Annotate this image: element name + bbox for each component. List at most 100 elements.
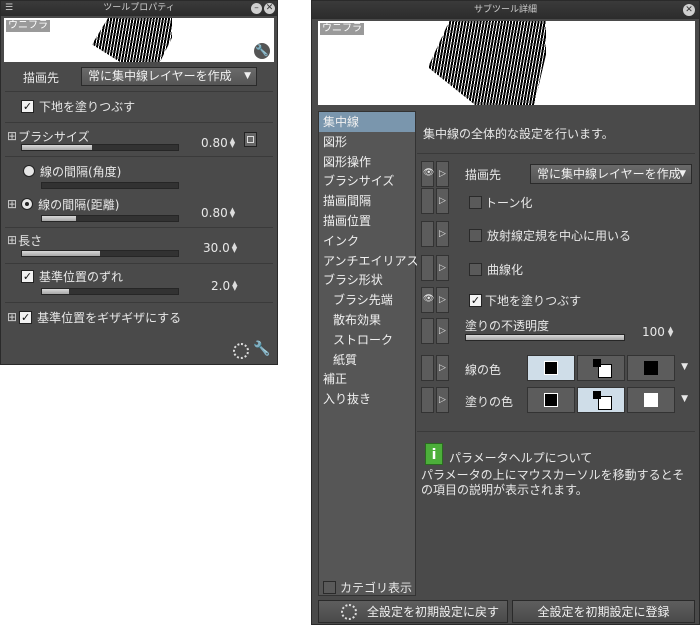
- line-color-custom-swatch[interactable]: ▼: [627, 355, 688, 381]
- curve-label: 曲線化: [487, 262, 524, 277]
- expand-plus-icon[interactable]: ⊞: [7, 310, 17, 324]
- draw-target-dropdown[interactable]: 常に集中線レイヤーを作成 ▼: [81, 67, 257, 86]
- radial-ruler-checkbox[interactable]: [469, 228, 482, 242]
- register-default-button[interactable]: 全設定を初期設定に登録: [512, 600, 695, 623]
- reset-all-settings-button[interactable]: 全設定を初期設定に戻す: [318, 600, 508, 623]
- tool-property-titlebar[interactable]: ☰ ツールプロパティ – ✕: [1, 1, 277, 16]
- pressure-toggle-icon[interactable]: [244, 132, 257, 147]
- expand-arrow-icon[interactable]: ▷: [436, 161, 449, 187]
- fill-opacity-slider[interactable]: [465, 334, 625, 341]
- category-item[interactable]: 描画位置: [319, 211, 415, 231]
- spacing-distance-radio[interactable]: [21, 198, 34, 210]
- fill-opacity-value: 100: [642, 325, 665, 339]
- length-slider-fill: [22, 251, 100, 256]
- chevron-down-icon[interactable]: ▼: [681, 362, 688, 372]
- category-item[interactable]: ブラシ形状: [319, 270, 415, 290]
- curve-checkbox[interactable]: [469, 262, 482, 276]
- visibility-toggle[interactable]: [421, 188, 434, 214]
- register-default-label: 全設定を初期設定に登録: [537, 605, 670, 619]
- category-item[interactable]: 描画間隔: [319, 191, 415, 211]
- spinner-icon[interactable]: ▲ ▼: [232, 242, 237, 254]
- length-label: 長さ: [18, 233, 43, 248]
- fill-base-label: 下地を塗りつぶす: [485, 293, 582, 308]
- category-item[interactable]: ブラシサイズ: [319, 171, 415, 191]
- color-swatch-icon: [544, 393, 558, 407]
- expand-arrow-icon[interactable]: ▷: [436, 287, 449, 313]
- fill-opacity-label: 塗りの不透明度: [465, 318, 550, 333]
- spacing-angle-slider[interactable]: [41, 182, 179, 189]
- ref-offset-value: 2.0: [211, 279, 231, 293]
- ref-offset-checkbox[interactable]: ✓: [21, 269, 34, 283]
- expand-arrow-icon[interactable]: ▷: [436, 387, 449, 413]
- visibility-toggle[interactable]: [421, 255, 434, 281]
- wrench-icon[interactable]: 🔧: [253, 341, 270, 357]
- expand-arrow-icon[interactable]: ▷: [436, 188, 449, 214]
- expand-arrow-icon[interactable]: ▷: [436, 355, 449, 381]
- category-item[interactable]: 図形操作: [319, 152, 415, 172]
- chevron-down-icon[interactable]: ▼: [681, 394, 688, 404]
- expand-plus-icon[interactable]: ⊞: [7, 197, 17, 211]
- category-item[interactable]: 散布効果: [319, 310, 415, 330]
- panel-menu-icon[interactable]: ☰: [5, 1, 13, 16]
- line-color-sub-swatch[interactable]: [577, 355, 625, 381]
- expand-arrow-icon[interactable]: ▷: [436, 255, 449, 281]
- reset-spinner-icon[interactable]: [233, 343, 249, 359]
- ref-jagged-checkbox[interactable]: ✓: [19, 310, 33, 324]
- visibility-toggle[interactable]: [421, 387, 434, 413]
- fill-opacity-slider-fill: [466, 335, 624, 340]
- spinner-icon[interactable]: ▲ ▼: [232, 280, 237, 292]
- color-swatch-icon: [644, 393, 658, 407]
- expand-plus-icon[interactable]: ⊞: [7, 129, 17, 143]
- brush-preview: ウニフラ: [318, 21, 695, 105]
- fill-base-checkbox[interactable]: ✓: [469, 293, 482, 307]
- minimize-icon[interactable]: –: [251, 3, 262, 14]
- fill-color-main-swatch[interactable]: [527, 387, 575, 413]
- brush-stroke-preview: [428, 21, 546, 105]
- expand-plus-icon[interactable]: ⊞: [7, 233, 17, 247]
- spinner-icon[interactable]: ▲ ▼: [230, 137, 235, 149]
- category-item[interactable]: ストローク: [319, 330, 415, 350]
- category-item[interactable]: 入り抜き: [319, 389, 415, 409]
- fill-base-label: 下地を塗りつぶす: [39, 99, 136, 114]
- category-item[interactable]: 図形: [319, 132, 415, 152]
- spacing-angle-label: 線の間隔(角度): [40, 164, 122, 179]
- expand-arrow-icon[interactable]: ▷: [436, 318, 449, 344]
- brush-size-slider[interactable]: [21, 144, 179, 151]
- category-item[interactable]: インク: [319, 231, 415, 251]
- visibility-toggle[interactable]: 👁: [421, 287, 434, 313]
- category-item[interactable]: 紙質: [319, 350, 415, 370]
- spinner-icon[interactable]: ▲ ▼: [230, 207, 235, 219]
- brush-preview: ウニフラ 🔧: [4, 18, 274, 62]
- draw-target-label: 描画先: [465, 167, 502, 182]
- category-item[interactable]: アンチエイリアス: [319, 251, 419, 271]
- line-color-main-swatch[interactable]: [527, 355, 575, 381]
- sub-tool-detail-titlebar[interactable]: サブツール詳細 ✕: [312, 1, 699, 19]
- category-item[interactable]: 補正: [319, 369, 415, 389]
- tool-property-title: ツールプロパティ: [103, 3, 175, 13]
- length-slider[interactable]: [21, 250, 179, 257]
- ref-offset-slider[interactable]: [41, 288, 179, 295]
- visibility-toggle[interactable]: [421, 355, 434, 381]
- draw-target-dropdown[interactable]: 常に集中線レイヤーを作成 ▼: [530, 164, 692, 184]
- fill-base-checkbox[interactable]: ✓: [21, 99, 34, 113]
- fill-color-sub-swatch[interactable]: [577, 387, 625, 413]
- chevron-down-icon: ▼: [679, 169, 686, 179]
- category-display-checkbox[interactable]: [323, 580, 336, 594]
- category-item[interactable]: 集中線: [319, 112, 415, 132]
- category-item[interactable]: ブラシ先端: [319, 290, 415, 310]
- spacing-angle-radio[interactable]: [23, 165, 35, 177]
- fill-color-custom-swatch[interactable]: ▼: [627, 387, 688, 413]
- close-icon[interactable]: ✕: [683, 4, 695, 16]
- visibility-toggle[interactable]: [421, 221, 434, 247]
- tone-checkbox[interactable]: [469, 195, 482, 209]
- spacing-distance-slider[interactable]: [41, 215, 179, 222]
- expand-arrow-icon[interactable]: ▷: [436, 221, 449, 247]
- visibility-toggle[interactable]: [421, 318, 434, 344]
- visibility-toggle[interactable]: 👁: [421, 161, 434, 187]
- tool-property-panel: ☰ ツールプロパティ – ✕ ウニフラ 🔧 描画先 常に集中線レイヤーを作成 ▼…: [0, 0, 278, 365]
- wrench-icon[interactable]: 🔧: [254, 43, 270, 59]
- reset-spinner-icon: [341, 604, 357, 620]
- line-color-label: 線の色: [465, 362, 502, 377]
- close-icon[interactable]: ✕: [264, 3, 275, 14]
- spinner-icon[interactable]: ▲ ▼: [668, 326, 673, 338]
